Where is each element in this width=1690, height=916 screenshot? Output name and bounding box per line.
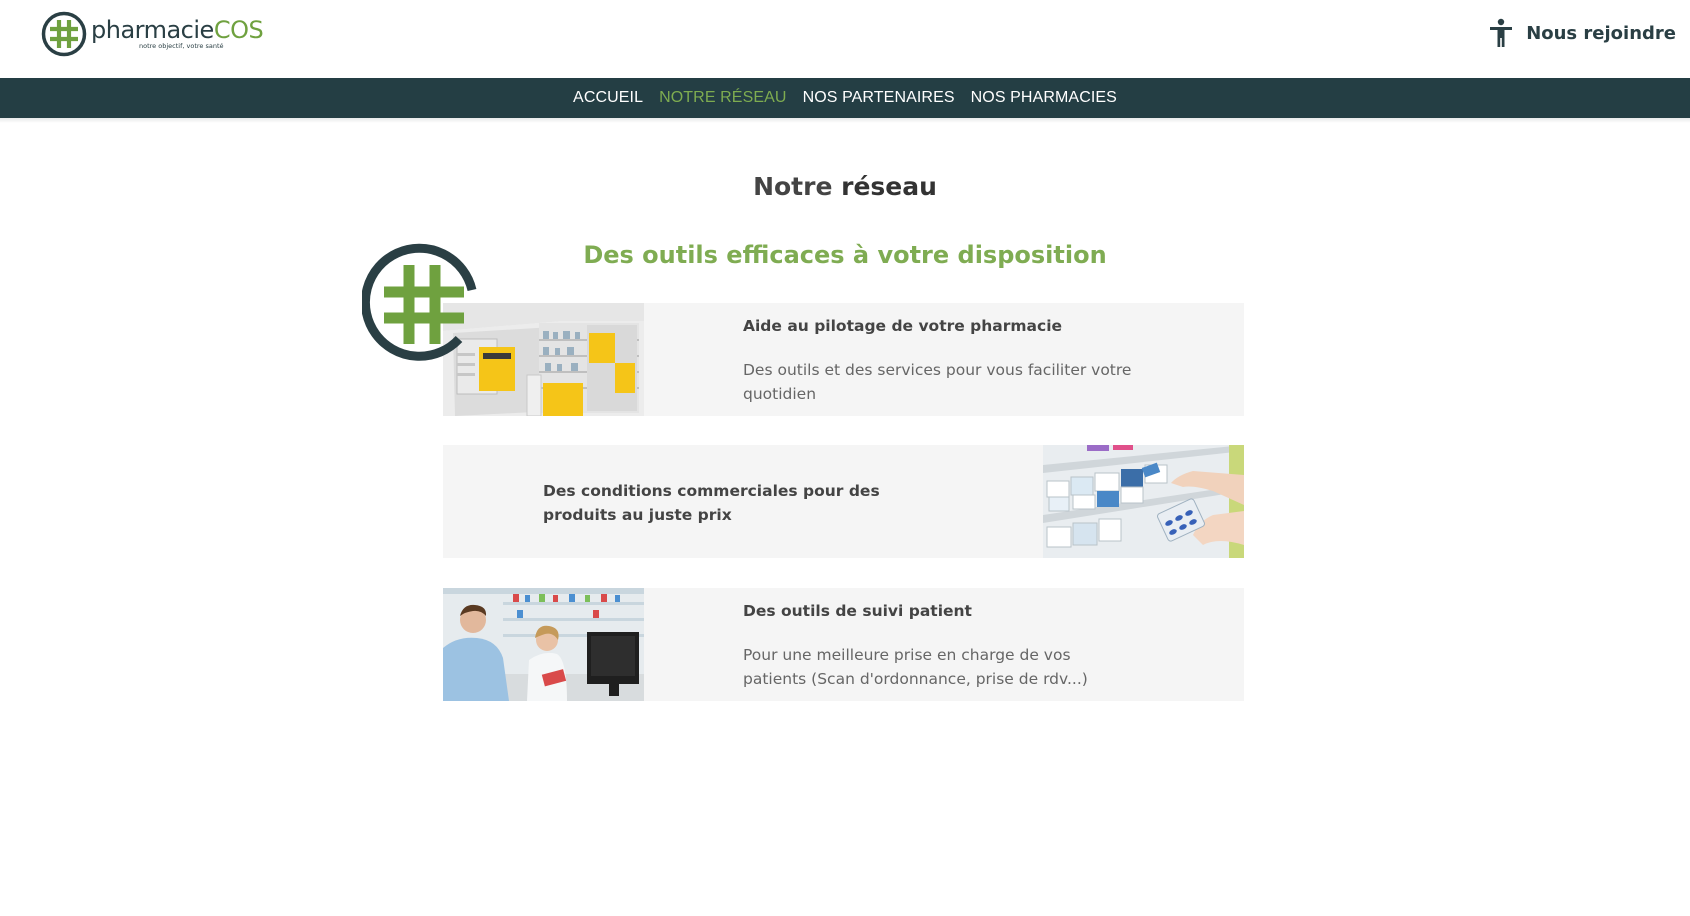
join-label: Nous rejoindre bbox=[1526, 22, 1676, 44]
page-title-part2: réseau bbox=[841, 172, 937, 201]
section-subtitle: Des outils efficaces à votre disposition bbox=[583, 241, 1107, 269]
card-description: Pour une meilleure prise en charge de vo… bbox=[743, 646, 1088, 688]
card-title: Des outils de suivi patient bbox=[743, 602, 972, 620]
brand-name: pharmacieCOS bbox=[91, 16, 264, 45]
feature-card-pilotage: Aide au pilotage de votre pharmacie Des … bbox=[443, 303, 1244, 416]
nav-shadow-divider bbox=[0, 118, 1690, 123]
feature-card-conditions-commerciales: Des conditions commerciales pour des pro… bbox=[443, 445, 1244, 558]
page-title: Notre réseau bbox=[0, 172, 1690, 201]
feature-card-suivi-patient: Des outils de suivi patient Pour une mei… bbox=[443, 588, 1244, 701]
pharmacy-shelf-medicines-image bbox=[1043, 445, 1244, 558]
card-title: Aide au pilotage de votre pharmacie bbox=[743, 317, 1063, 335]
site-logo[interactable]: pharmacieCOS notre objectif, votre santé bbox=[40, 10, 264, 58]
site-header: pharmacieCOS notre objectif, votre santé… bbox=[0, 0, 1690, 78]
hashtag-logo-icon bbox=[41, 11, 87, 57]
logo-text: pharmacieCOS notre objectif, votre santé bbox=[91, 16, 264, 51]
brand-tagline: notre objectif, votre santé bbox=[139, 42, 224, 51]
hashtag-logo-large-icon bbox=[362, 243, 477, 361]
pharmacist-patient-image bbox=[443, 588, 644, 701]
card-description: Des outils et des services pour vous fac… bbox=[743, 361, 1132, 403]
nav-item-notre-reseau[interactable]: NOTRE RÉSEAU bbox=[659, 89, 786, 107]
card-title: Des conditions commerciales pour des pro… bbox=[543, 482, 880, 524]
brand-name-part2: COS bbox=[213, 16, 264, 45]
main-nav: ACCUEIL NOTRE RÉSEAU NOS PARTENAIRES NOS… bbox=[0, 78, 1690, 118]
nav-item-accueil[interactable]: ACCUEIL bbox=[573, 89, 643, 107]
nav-item-nos-partenaires[interactable]: NOS PARTENAIRES bbox=[803, 89, 955, 107]
join-network-link[interactable]: Nous rejoindre bbox=[1488, 18, 1676, 48]
page-title-part1: Notre bbox=[753, 172, 842, 201]
brand-name-part1: pharmacie bbox=[91, 16, 214, 45]
nav-item-nos-pharmacies[interactable]: NOS PHARMACIES bbox=[971, 89, 1117, 107]
accessibility-person-icon bbox=[1490, 18, 1513, 47]
